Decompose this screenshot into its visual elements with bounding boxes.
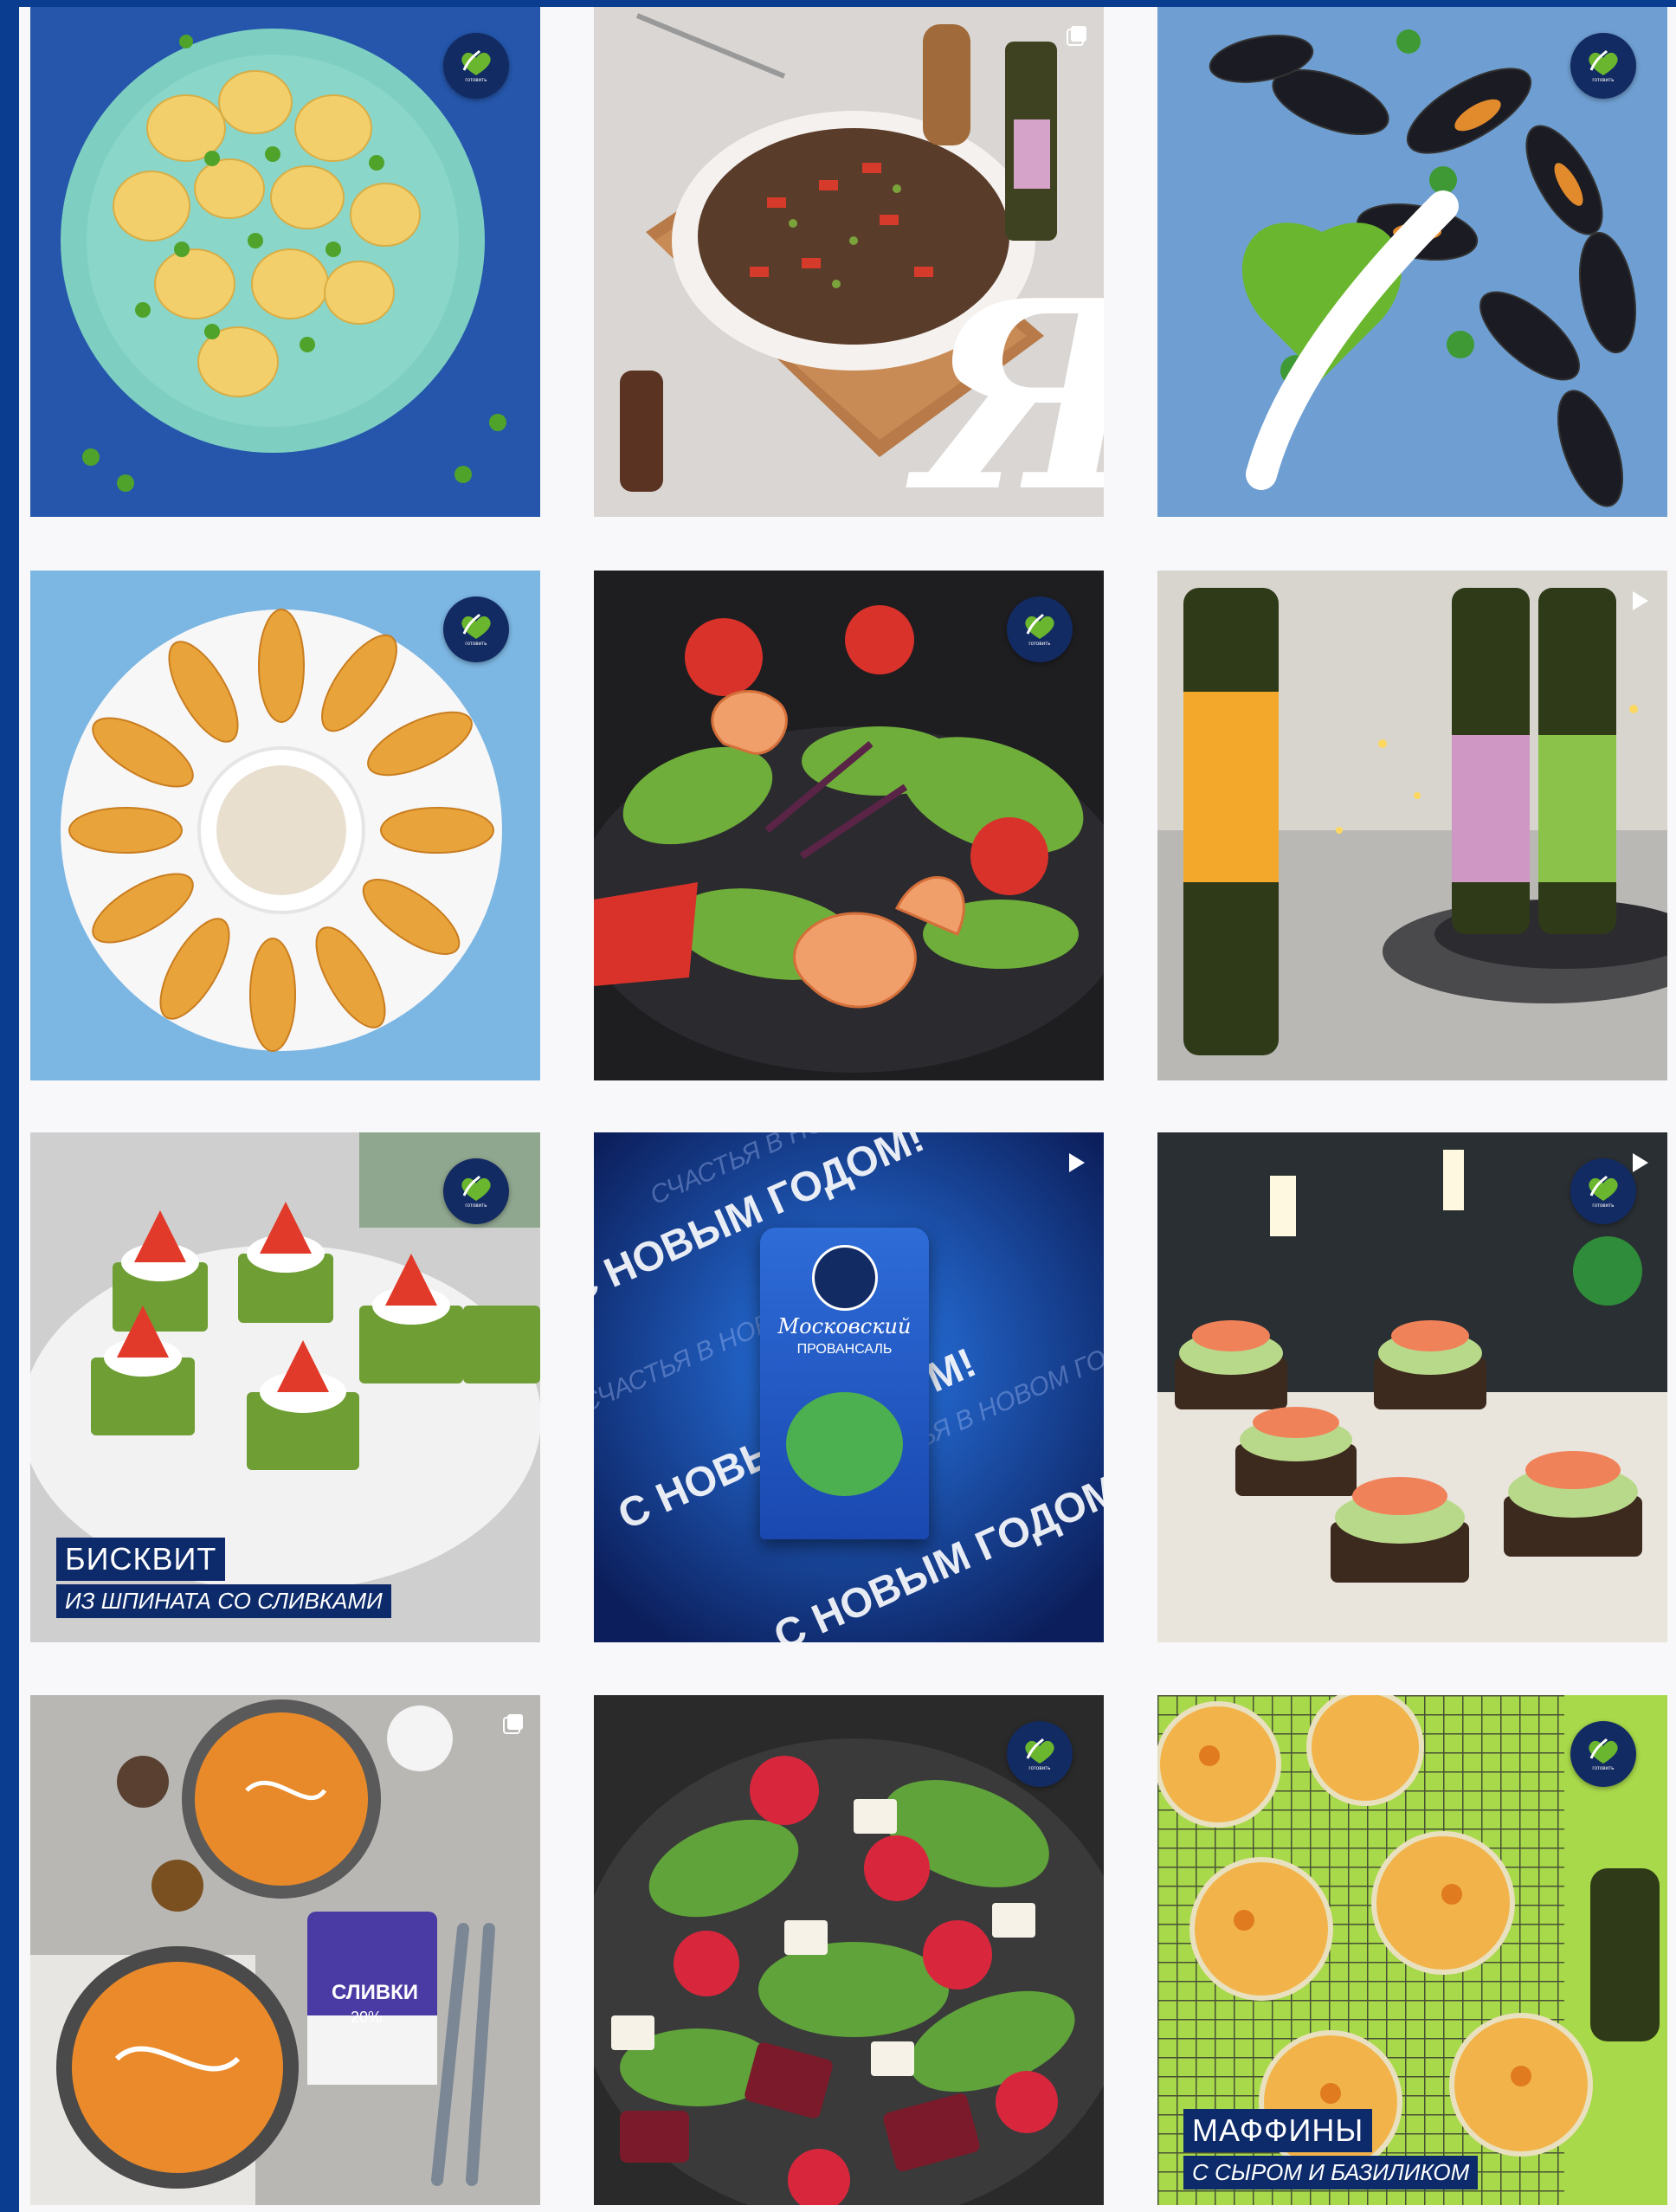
post-grid: готовить Я <box>30 7 1675 2212</box>
post-tile-salmon-canape[interactable]: готовить <box>1157 1132 1667 1642</box>
top-frame <box>0 0 1676 7</box>
brand-heart-icon <box>461 1175 491 1201</box>
play-icon <box>1069 1153 1085 1172</box>
product-subtitle: ПРОВАНСАЛЬ <box>796 1342 893 1357</box>
caption-title: БИСКВИТ <box>56 1538 226 1581</box>
brand-word: готовить <box>1592 1765 1615 1771</box>
brand-word: готовить <box>465 77 487 83</box>
brand-word: готовить <box>1028 641 1051 647</box>
brand-word: готовить <box>1592 77 1615 83</box>
mayo-pack: Московский ПРОВАНСАЛЬ <box>760 1228 929 1539</box>
brand-heart-icon <box>461 613 491 639</box>
post-tile-mussels[interactable]: готовить <box>1157 7 1667 517</box>
post-tile-pumpkin-soup[interactable]: СЛИВКИ 20% <box>30 1695 540 2205</box>
post-tile-spinach-cake[interactable]: готовить БИСКВИТ ИЗ ШПИНАТА СО СЛИВКАМИ <box>30 1132 540 1642</box>
brand-heart-icon <box>1025 1738 1054 1764</box>
brand-badge: готовить <box>443 597 509 662</box>
brand-word: готовить <box>465 1203 487 1209</box>
multiple-images-icon <box>1067 26 1086 46</box>
brand-heart-icon <box>1589 1738 1618 1764</box>
brand-badge: готовить <box>1570 33 1636 99</box>
post-tile-oil-bottles[interactable] <box>1157 571 1667 1080</box>
brand-heart-icon <box>461 49 491 75</box>
play-icon <box>1633 591 1648 610</box>
caption-subtitle: ИЗ ШПИНАТА СО СЛИВКАМИ <box>56 1584 391 1618</box>
post-tile-berry-salad[interactable]: готовить <box>594 1695 1104 2205</box>
post-caption: МАФФИНЫ С СЫРОМ И БАЗИЛИКОМ <box>1183 2109 1479 2189</box>
brand-word: готовить <box>1592 1203 1615 1209</box>
post-tile-shrimp-salad[interactable]: готовить <box>594 571 1104 1080</box>
post-caption: БИСКВИТ ИЗ ШПИНАТА СО СЛИВКАМИ <box>56 1538 391 1618</box>
pack-fat: 20% <box>351 2009 383 2026</box>
brand-heart-icon <box>1589 1175 1618 1201</box>
oil-bottles-image <box>1157 571 1667 1080</box>
brand-letter-overlay: Я <box>919 267 1104 518</box>
post-tile-potato-wedges[interactable]: готовить <box>30 571 540 1080</box>
post-tile-potatoes[interactable]: готовить <box>30 7 540 517</box>
brand-badge: готовить <box>443 33 509 99</box>
post-tile-lentil-salad[interactable]: Я <box>594 7 1104 517</box>
pack-label: СЛИВКИ <box>332 1981 419 2004</box>
salad-illustration <box>786 1392 903 1496</box>
side-frame <box>0 0 19 2212</box>
brand-heart-icon <box>1025 613 1054 639</box>
brand-badge: готовить <box>443 1158 509 1224</box>
brand-badge: готовить <box>1007 1721 1073 1787</box>
multiple-images-icon <box>503 1714 523 1734</box>
brand-heart-icon <box>812 1245 878 1311</box>
brand-badge: готовить <box>1007 597 1073 662</box>
pumpkin-soup-image <box>30 1695 540 2205</box>
brand-word: готовить <box>1028 1765 1051 1771</box>
brand-badge: готовить <box>1570 1721 1636 1787</box>
post-tile-muffins[interactable]: готовить МАФФИНЫ С СЫРОМ И БАЗИЛИКОМ <box>1157 1695 1667 2205</box>
brand-heart-icon <box>1589 49 1618 75</box>
caption-title: МАФФИНЫ <box>1183 2109 1373 2152</box>
product-title: Московский <box>777 1314 912 1338</box>
caption-subtitle: С СЫРОМ И БАЗИЛИКОМ <box>1183 2156 1479 2189</box>
brand-word: готовить <box>465 641 487 647</box>
play-icon <box>1633 1153 1648 1172</box>
post-tile-new-year-mayo[interactable]: С НОВЫМ ГОДОМ! СЧАСТЬЯ В НОВОМ ГОДУ! С Н… <box>594 1132 1104 1642</box>
